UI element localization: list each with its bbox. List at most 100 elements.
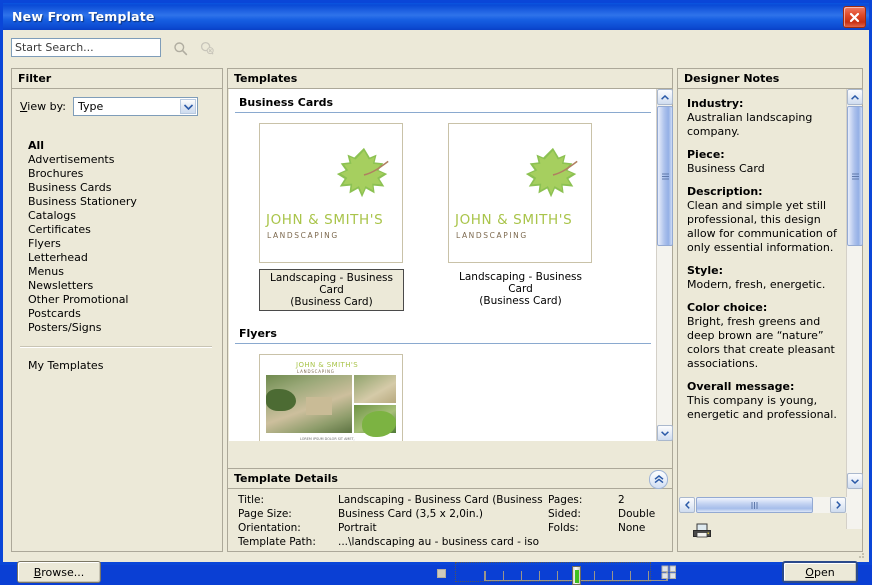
filter-item-certificates[interactable]: Certificates — [28, 223, 222, 237]
note-text: Australian landscaping company. — [687, 111, 813, 138]
template-caption-line1: Landscaping - Business Card — [270, 272, 393, 296]
template-thumbnail[interactable]: JOHN & SMITH'S LANDSCAPING LOREM IPSUM D… — [259, 354, 403, 441]
close-icon — [849, 12, 860, 22]
clear-search-icon — [200, 41, 214, 54]
grip-icon — [851, 173, 859, 179]
browse-button-label: Browse... — [33, 565, 85, 579]
scroll-right-button[interactable] — [830, 497, 846, 513]
template-thumbnail[interactable]: JOHN & SMITH'S LANDSCAPING — [259, 123, 403, 263]
chevron-up-icon — [661, 94, 669, 100]
templates-scrollbar[interactable] — [656, 89, 673, 441]
resize-grip[interactable] — [855, 549, 865, 559]
new-from-template-dialog: New From Template Start Search... Filter… — [0, 0, 872, 585]
dialog-body: Filter View by: Type AllAdvertisementsBr… — [3, 30, 869, 585]
clear-search-button[interactable] — [198, 39, 216, 57]
scroll-down-button[interactable] — [847, 473, 863, 489]
details-label: Page Size: — [238, 508, 292, 520]
hscrollbar-thumb[interactable] — [696, 497, 813, 513]
browse-button[interactable]: Browse... — [17, 561, 101, 583]
filter-item-all[interactable]: All — [28, 139, 222, 153]
scroll-left-button[interactable] — [679, 497, 695, 513]
scrollbar-thumb[interactable] — [657, 106, 673, 246]
chevron-double-up-icon — [654, 475, 663, 484]
filter-item-brochures[interactable]: Brochures — [28, 167, 222, 181]
designer-notes-hscrollbar[interactable] — [679, 497, 847, 513]
filter-item-advertisements[interactable]: Advertisements — [28, 153, 222, 167]
search-icon — [173, 41, 187, 55]
filter-my-templates-list[interactable]: My Templates — [12, 359, 222, 373]
template-details-pane: Template Details Title: Page Size: Orien… — [227, 468, 673, 552]
open-button[interactable]: Open — [782, 561, 858, 583]
filter-item-flyers[interactable]: Flyers — [28, 237, 222, 251]
details-label-column-2: Pages: Sided: Folds: — [548, 493, 618, 549]
note-heading: Description: — [687, 185, 763, 198]
template-caption-line2: (Business Card) — [479, 295, 562, 307]
designer-notes-header: Designer Notes — [678, 69, 862, 89]
business-cards-thumbnails: JOHN & SMITH'S LANDSCAPING Landscaping -… — [229, 113, 657, 311]
scrollbar-thumb[interactable] — [847, 106, 863, 246]
chevron-down-icon — [851, 478, 859, 484]
filter-item-postcards[interactable]: Postcards — [28, 307, 222, 321]
template-caption-line1: Landscaping - Business Card — [459, 271, 582, 295]
filter-panel: Filter View by: Type All Advertisements Br… — [11, 68, 223, 552]
template-caption-line2: (Business Card) — [290, 296, 373, 308]
grip-icon — [751, 501, 758, 509]
search-input[interactable] — [11, 38, 161, 57]
grid-view-icon — [661, 565, 676, 579]
filter-divider — [20, 346, 212, 348]
flyers-thumbnails: JOHN & SMITH'S LANDSCAPING LOREM IPSUM D… — [229, 344, 657, 441]
template-caption[interactable]: Landscaping - Business Card (Business Ca… — [448, 269, 593, 309]
filter-item-newsletters[interactable]: Newsletters — [28, 279, 222, 293]
designer-notes-scrollbar[interactable] — [846, 89, 863, 529]
filter-panel-header: Filter — [12, 69, 222, 89]
template-details-title: Template Details — [234, 472, 338, 485]
filter-category-list[interactable]: All Advertisements Brochures Business Cards… — [12, 133, 222, 335]
chevron-down-icon[interactable] — [180, 99, 197, 114]
filter-item-other-promotional[interactable]: Other Promotional — [28, 293, 222, 307]
template-item[interactable]: JOHN & SMITH'S LANDSCAPING Landscaping -… — [259, 123, 404, 311]
filter-item-catalogs[interactable]: Catalogs — [28, 209, 222, 223]
template-thumbnail[interactable]: JOHN & SMITH'S LANDSCAPING — [448, 123, 592, 263]
template-caption[interactable]: Landscaping - Business Card (Business Ca… — [259, 269, 404, 311]
scroll-down-button[interactable] — [657, 425, 673, 441]
window-title: New From Template — [12, 9, 155, 24]
zoom-slider-knob[interactable] — [572, 566, 581, 585]
view-by-select[interactable]: Type — [73, 97, 199, 116]
details-label-column: Title: Page Size: Orientation: Template … — [238, 493, 338, 549]
designer-notes-content: Industry: Australian landscaping company.… — [679, 89, 847, 529]
details-label: Orientation: — [238, 522, 301, 534]
small-thumbnail-icon[interactable] — [437, 569, 446, 578]
close-button[interactable] — [843, 6, 866, 28]
template-item[interactable]: JOHN & SMITH'S LANDSCAPING LOREM IPSUM D… — [259, 354, 404, 441]
title-bar: New From Template — [3, 3, 869, 30]
details-value: Landscaping - Business Card (Business — [338, 494, 543, 506]
print-button[interactable] — [692, 523, 712, 539]
filter-item-my-templates[interactable]: My Templates — [28, 359, 222, 373]
chevron-right-icon — [835, 501, 841, 509]
note-text: Bright, fresh greens and deep brown are … — [687, 315, 835, 370]
view-by-value: Type — [78, 100, 104, 113]
search-row — [11, 38, 251, 64]
note-heading: Industry: — [687, 97, 744, 110]
filter-item-letterhead[interactable]: Letterhead — [28, 251, 222, 265]
details-value-column: Landscaping - Business Card (Business Bu… — [338, 493, 548, 549]
grip-icon — [661, 173, 669, 179]
grid-view-button[interactable] — [661, 565, 677, 580]
details-label: Template Path: — [238, 536, 316, 548]
search-button[interactable] — [171, 39, 189, 57]
note-text: This company is young, energetic and pro… — [687, 394, 837, 421]
thumbnail-subbrand-text: LANDSCAPING — [267, 231, 339, 240]
filter-item-business-stationery[interactable]: Business Stationery — [28, 195, 222, 209]
collapse-details-button[interactable] — [649, 470, 668, 489]
template-item[interactable]: JOHN & SMITH'S LANDSCAPING Landscaping -… — [448, 123, 593, 311]
filter-item-posters-signs[interactable]: Posters/Signs — [28, 321, 222, 335]
zoom-slider[interactable] — [455, 562, 668, 585]
filter-item-menus[interactable]: Menus — [28, 265, 222, 279]
thumbnail-brand-text: JOHN & SMITH'S — [266, 212, 384, 228]
filter-item-business-cards[interactable]: Business Cards — [28, 181, 222, 195]
scroll-up-button[interactable] — [847, 89, 863, 105]
section-title-flyers: Flyers — [239, 327, 277, 340]
scroll-up-button[interactable] — [657, 89, 673, 105]
maple-leaf-icon — [525, 147, 578, 198]
note-heading: Overall message: — [687, 380, 795, 393]
